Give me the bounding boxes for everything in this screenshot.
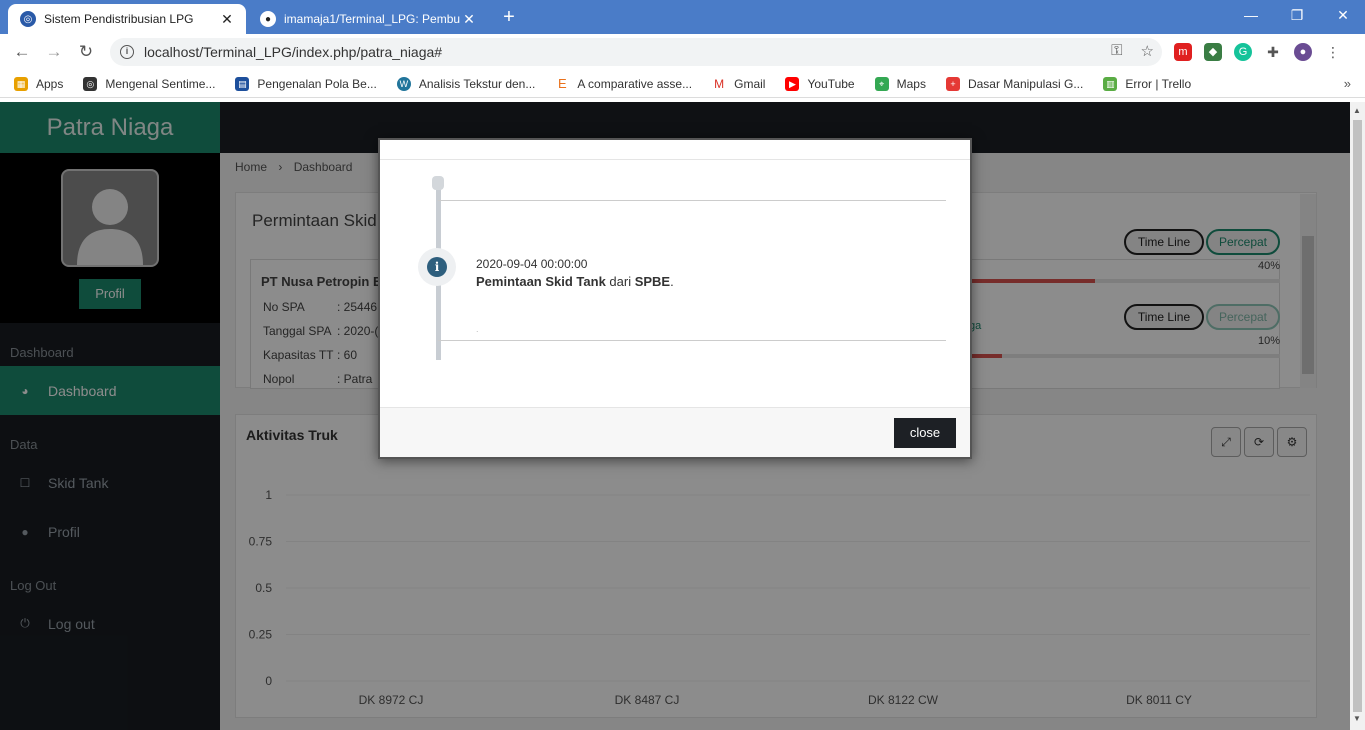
info-icon: i	[427, 257, 447, 277]
gmail-icon: M	[712, 76, 727, 91]
close-button[interactable]: close	[894, 418, 956, 448]
window-close-button[interactable]: ✕	[1320, 4, 1365, 26]
divider	[438, 200, 946, 201]
grammarly-icon[interactable]: G	[1234, 43, 1252, 61]
bookmark-item[interactable]: EA comparative asse...	[555, 76, 692, 91]
browser-tab-active[interactable]: ◎ Sistem Pendistribusian LPG ✕	[8, 4, 246, 34]
key-icon[interactable]: ⚿	[1111, 42, 1122, 60]
bookmarks-overflow-icon[interactable]: »	[1344, 76, 1351, 91]
bookmark-apps[interactable]: ▦ Apps	[14, 76, 63, 91]
tab-close-icon[interactable]: ✕	[460, 11, 478, 28]
modal-header	[380, 140, 970, 160]
modal-body: i 2020-09-04 00:00:00 Pemintaan Skid Tan…	[380, 160, 970, 407]
site-info-icon[interactable]: i	[120, 45, 134, 59]
browser-tab-github[interactable]: ● imamaja1/Terminal_LPG: Pembua ✕	[248, 4, 488, 34]
star-icon[interactable]: ☆	[1141, 42, 1154, 60]
timeline-footnote: .	[476, 324, 479, 334]
wordpress-icon: W	[396, 76, 411, 91]
restore-button[interactable]: ❐	[1274, 4, 1320, 26]
new-tab-button[interactable]: +	[498, 6, 520, 28]
globe-icon: ◎	[20, 11, 36, 27]
scroll-up-icon[interactable]: ▲	[1353, 106, 1361, 115]
divider	[438, 340, 946, 341]
browser-tab-strip: ◎ Sistem Pendistribusian LPG ✕ ● imamaja…	[0, 0, 1365, 34]
puzzle-icon[interactable]: ✚	[1264, 43, 1282, 61]
scrollbar-thumb[interactable]	[1353, 120, 1362, 712]
modal-footer: close	[380, 407, 970, 457]
page-scrollbar[interactable]: ▲ ▼	[1350, 102, 1365, 730]
plus-cross-icon: +	[945, 76, 960, 91]
bookmark-item[interactable]: W Analisis Tekstur den...	[396, 76, 535, 91]
timeline-start-knob	[432, 176, 444, 190]
timeline-node: i	[418, 248, 456, 286]
address-bar-row: ← → ↻ i localhost/Terminal_LPG/index.php…	[0, 34, 1365, 70]
bookmark-item[interactable]: ◎ Mengenal Sentime...	[83, 76, 215, 91]
tab-title: Sistem Pendistribusian LPG	[44, 12, 194, 26]
elsevier-icon: E	[555, 76, 570, 91]
github-icon: ●	[260, 11, 276, 27]
timeline-modal: i 2020-09-04 00:00:00 Pemintaan Skid Tan…	[378, 138, 972, 459]
youtube-icon: ▶	[785, 76, 800, 91]
back-icon[interactable]: ←	[10, 41, 34, 63]
bookmarks-bar: ▦ Apps ◎ Mengenal Sentime... ▤ Pengenalan P…	[0, 70, 1365, 98]
bookmark-item[interactable]: + Dasar Manipulasi G...	[945, 76, 1083, 91]
earth-extension-icon[interactable]: ◆	[1204, 43, 1222, 61]
maps-icon: ⌖	[874, 76, 889, 91]
scroll-down-icon[interactable]: ▼	[1353, 714, 1361, 723]
bookmark-item[interactable]: M Gmail	[712, 76, 765, 91]
globe-icon: ◎	[83, 76, 98, 91]
bookmark-item[interactable]: ▤ Pengenalan Pola Be...	[235, 76, 377, 91]
apps-grid-icon: ▦	[14, 76, 28, 91]
reload-icon[interactable]: ↻	[74, 41, 98, 63]
extensions-bar: m ◆ G ✚ ● ⋮	[1174, 43, 1342, 61]
timeline-date: 2020-09-04 00:00:00	[476, 257, 588, 271]
mendeley-icon[interactable]: m	[1174, 43, 1192, 61]
journal-icon: ▤	[235, 76, 250, 91]
trello-icon: ▥	[1103, 76, 1118, 91]
forward-icon[interactable]: →	[42, 41, 66, 63]
tab-title: imamaja1/Terminal_LPG: Pembua	[284, 12, 460, 26]
minimize-button[interactable]: —	[1228, 4, 1274, 26]
bookmark-item[interactable]: ▶ YouTube	[785, 76, 855, 91]
bookmark-item[interactable]: ▥ Error | Trello	[1103, 76, 1191, 91]
url-input[interactable]: i localhost/Terminal_LPG/index.php/patra…	[110, 38, 1162, 66]
profile-avatar-icon[interactable]: ●	[1294, 43, 1312, 61]
url-text: localhost/Terminal_LPG/index.php/patra_n…	[144, 44, 443, 60]
timeline-message: Pemintaan Skid Tank dari SPBE.	[476, 274, 674, 289]
menu-kebab-icon[interactable]: ⋮	[1324, 43, 1342, 61]
tab-close-icon[interactable]: ✕	[218, 11, 236, 28]
bookmark-item[interactable]: ⌖ Maps	[874, 76, 926, 91]
